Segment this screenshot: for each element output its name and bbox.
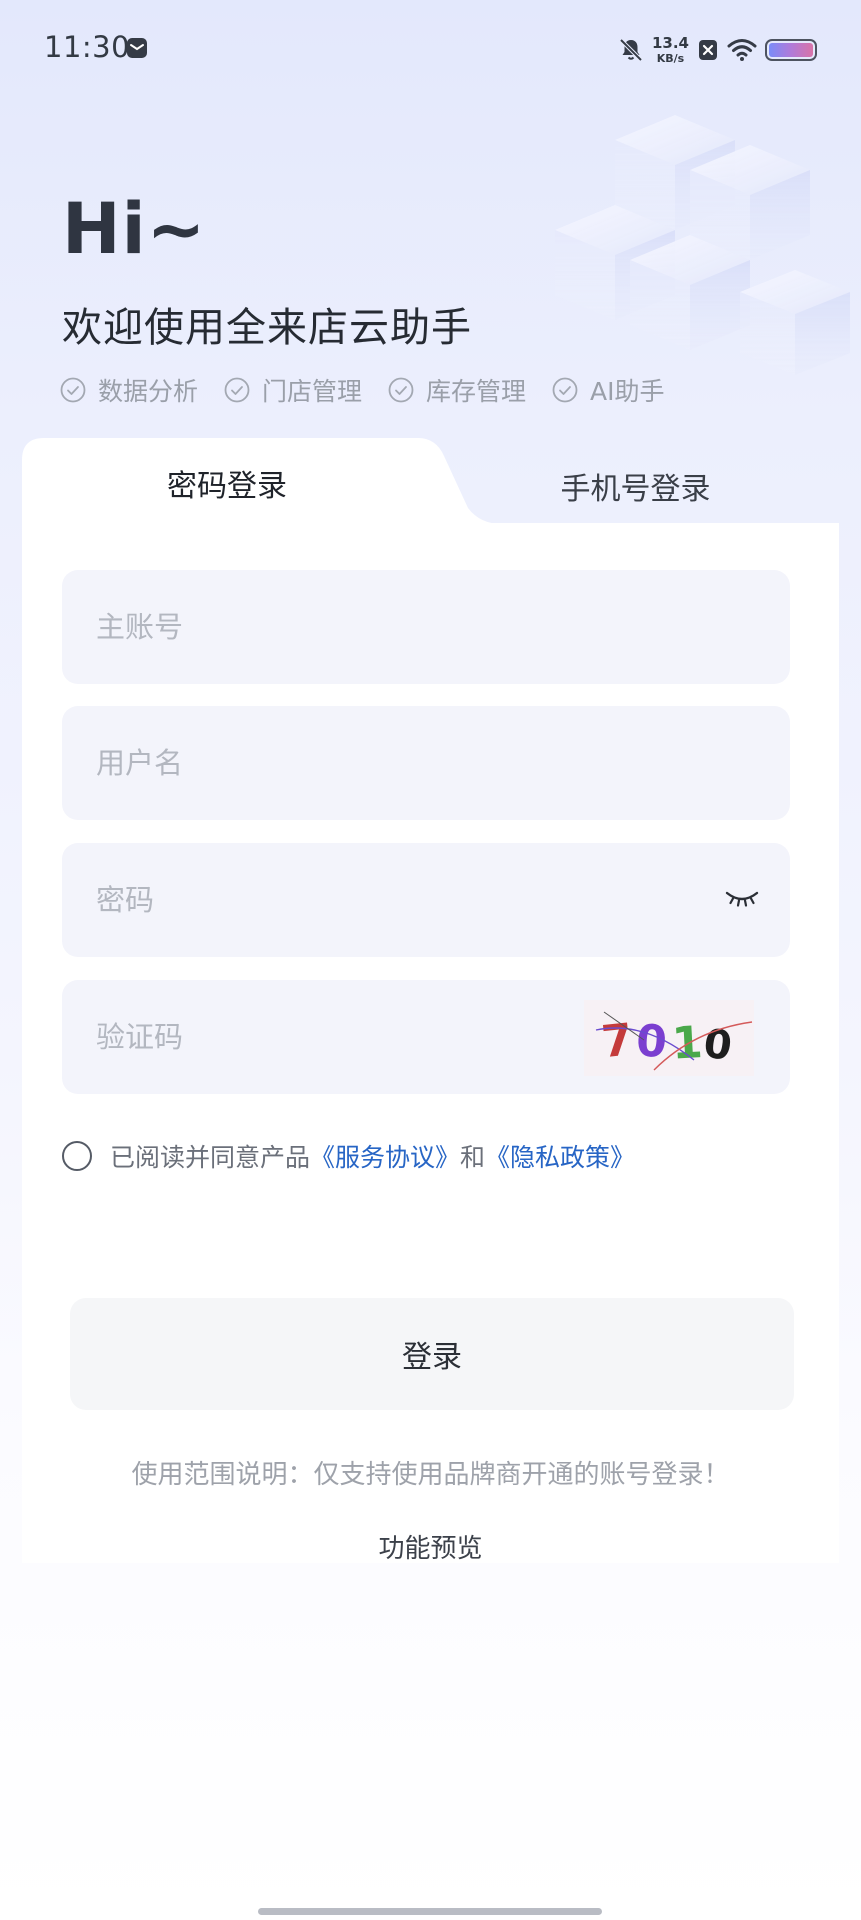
agreement-conjunction: 和 [460,1143,486,1172]
decorative-cubes-illustration [555,115,850,375]
tab-password-login[interactable]: 密码登录 [22,438,432,528]
hero-title: Hi~ [62,188,207,270]
login-card: 密码登录 手机号登录 7 0 1 0 已阅读并同意产品 [22,438,839,1565]
tab-phone-login[interactable]: 手机号登录 [432,438,839,528]
status-bar: 11:30 13.4 KB/s [0,0,861,100]
feature-item: 库存管理 [388,372,526,408]
check-circle-icon [224,377,250,403]
message-icon [127,38,147,58]
account-field [62,570,790,684]
captcha-image[interactable]: 7 0 1 0 [584,1000,754,1076]
captcha-input[interactable] [96,980,536,1094]
feature-item: 门店管理 [224,372,362,408]
account-input[interactable] [96,570,656,684]
home-indicator[interactable] [258,1908,602,1915]
check-circle-icon [60,377,86,403]
username-field [62,706,790,820]
wifi-icon [727,39,757,61]
feature-label: AI助手 [590,377,665,406]
net-speed-value: 13.4 [651,34,689,52]
battery-fill [769,43,813,57]
agreement-row: 已阅读并同意产品 《服务协议》 和 《隐私政策》 [62,1138,635,1174]
scope-note: 使用范围说明：仅支持使用品牌商开通的账号登录！ [131,1460,730,1490]
feature-item: AI助手 [552,372,665,408]
check-circle-icon [552,377,578,403]
bell-off-icon [619,38,643,62]
password-input[interactable] [96,843,656,957]
status-time: 11:30 [44,30,131,64]
feature-preview-link[interactable]: 功能预览 [22,1528,839,1565]
feature-item: 数据分析 [60,372,198,408]
captcha-char: 0 [634,1015,668,1068]
net-speed: 13.4 KB/s [651,34,689,65]
feature-label: 库存管理 [426,377,527,406]
username-input[interactable] [96,706,656,820]
captcha-char: 7 [599,1014,635,1068]
net-speed-unit: KB/s [656,52,685,65]
hero-subtitle: 欢迎使用全来店云助手 [62,305,472,351]
feature-list: 数据分析 门店管理 库存管理 AI助手 [60,372,665,408]
agreement-text: 已阅读并同意产品 [110,1143,311,1172]
login-button[interactable]: 登录 [70,1298,794,1410]
agreement-radio[interactable] [62,1141,92,1171]
feature-label: 数据分析 [98,377,199,406]
check-circle-icon [388,377,414,403]
sim-x-icon [699,40,717,60]
privacy-policy-link[interactable]: 《隐私政策》 [485,1138,635,1174]
password-field [62,843,790,957]
status-icons: 13.4 KB/s [618,32,817,68]
eye-closed-icon[interactable] [724,887,760,911]
feature-label: 门店管理 [262,377,363,406]
battery-icon [765,39,817,61]
captcha-field: 7 0 1 0 [62,980,790,1094]
service-agreement-link[interactable]: 《服务协议》 [310,1138,460,1174]
